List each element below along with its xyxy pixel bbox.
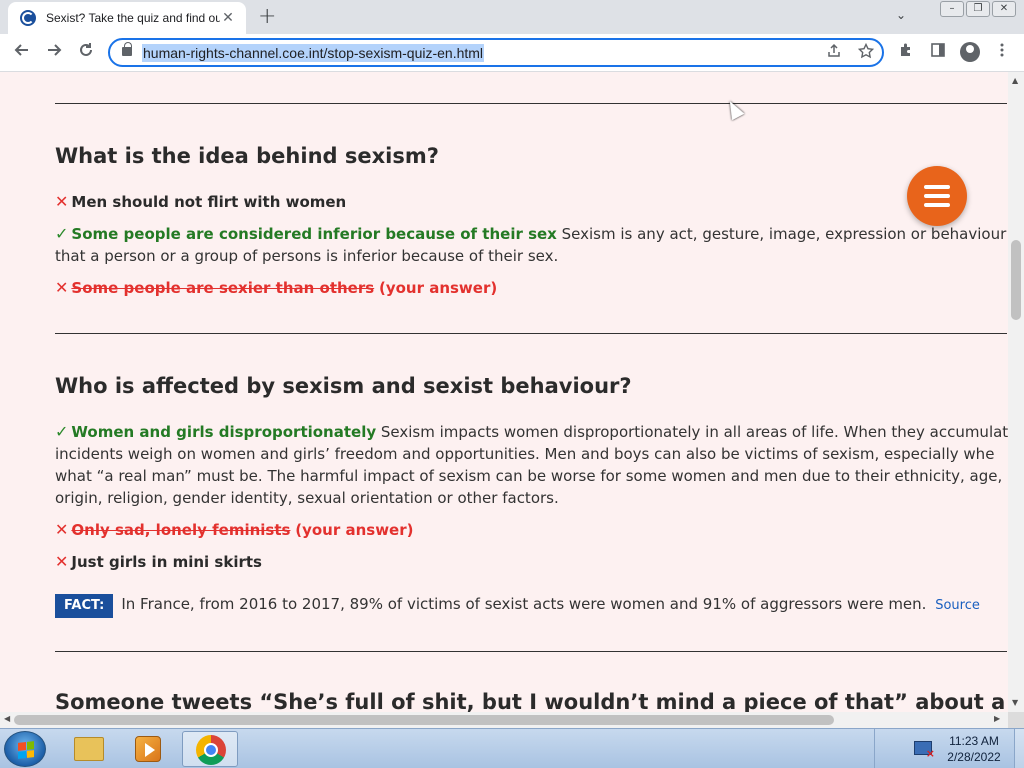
fact-text: In France, from 2016 to 2017, 89% of vic… (121, 595, 927, 613)
browser-toolbar: human-rights-channel.coe.int/stop-sexism… (0, 34, 1024, 72)
answer-text: Just girls in mini skirts (71, 553, 262, 571)
check-mark-icon: ✓ (55, 422, 69, 441)
scroll-right-icon[interactable]: ▶ (994, 714, 1000, 723)
vertical-scrollbar[interactable]: ▲ ▼ (1008, 72, 1024, 712)
check-mark-icon: ✓ (55, 224, 69, 243)
divider (55, 103, 1007, 104)
scrollbar-corner (1008, 712, 1024, 728)
answer-explanation: origin, religion, gender identity, sexua… (55, 489, 559, 507)
hamburger-menu-button[interactable] (907, 166, 967, 226)
extensions-icon[interactable] (896, 42, 916, 62)
profile-icon[interactable] (960, 42, 980, 62)
answer-option-selected: ✕ Only sad, lonely feminists (your answer… (55, 519, 1008, 541)
side-panel-icon[interactable] (928, 42, 948, 62)
menu-icon-bar (924, 203, 950, 207)
wrong-mark-icon: ✕ (55, 552, 69, 571)
answer-text: Only sad, lonely feminists (71, 521, 291, 539)
back-icon[interactable] (10, 41, 34, 65)
mouse-cursor-icon (723, 97, 745, 121)
scrollbar-thumb[interactable] (14, 715, 834, 725)
fact-box: FACT: In France, from 2016 to 2017, 89% o… (55, 593, 1008, 618)
your-answer-label: (your answer) (295, 521, 414, 539)
your-answer-label: (your answer) (378, 279, 498, 297)
minimize-button[interactable]: – (940, 1, 964, 17)
star-icon[interactable] (857, 42, 875, 63)
clock-time: 11:23 AM (949, 734, 999, 748)
site-favicon-icon (20, 10, 36, 26)
system-clock[interactable]: 11:23 AM 2/28/2022 (944, 733, 1004, 765)
browser-tab[interactable]: Sexist? Take the quiz and find out! ✕ (8, 2, 246, 34)
wrong-mark-icon: ✕ (55, 192, 69, 211)
maximize-button[interactable]: ❐ (966, 1, 990, 17)
answer-option: ✕ Just girls in mini skirts (55, 551, 1008, 573)
folder-icon (74, 737, 104, 761)
answer-option-selected: ✕ Some people are sexier than others (you… (55, 277, 1008, 299)
taskbar-file-explorer[interactable] (60, 731, 116, 767)
tab-strip: Sexist? Take the quiz and find out! ✕ + … (0, 0, 1024, 34)
scroll-up-icon[interactable]: ▲ (1012, 76, 1018, 85)
forward-icon[interactable] (42, 41, 66, 65)
scroll-down-icon[interactable]: ▼ (1012, 698, 1018, 707)
taskbar-media-player[interactable] (120, 731, 176, 767)
answer-explanation: Sexism is any act, gesture, image, expre… (561, 225, 1008, 243)
scrollbar-thumb[interactable] (1011, 240, 1021, 320)
more-icon[interactable] (992, 42, 1012, 62)
url-text[interactable]: human-rights-channel.coe.int/stop-sexism… (142, 44, 485, 62)
answer-option-correct: ✓ Women and girls disproportionately Sexi… (55, 421, 1008, 443)
tray-divider (874, 729, 875, 768)
source-link[interactable]: Source (935, 598, 980, 613)
divider (55, 333, 1007, 334)
answer-option: ✕ Men should not flirt with women (55, 191, 1008, 213)
new-tab-button[interactable]: + (258, 5, 276, 29)
window-controls: – ❐ ✕ (940, 1, 1016, 17)
show-desktop-button[interactable] (1014, 729, 1024, 768)
wrong-mark-icon: ✕ (55, 520, 69, 539)
chrome-icon (196, 735, 226, 765)
address-bar[interactable]: human-rights-channel.coe.int/stop-sexism… (108, 38, 884, 67)
question-title: Who is affected by sexism and sexist beh… (55, 374, 632, 398)
menu-icon-bar (924, 185, 950, 189)
clock-date: 2/28/2022 (947, 750, 1001, 764)
share-icon[interactable] (826, 43, 842, 63)
answer-explanation: incidents weigh on women and girls’ free… (55, 445, 995, 463)
scroll-left-icon[interactable]: ◀ (4, 714, 10, 723)
answer-text: Some people are considered inferior beca… (71, 225, 557, 243)
tab-close-icon[interactable]: ✕ (220, 10, 236, 26)
horizontal-scrollbar[interactable]: ◀ ▶ (0, 712, 1008, 728)
answer-explanation: that a person or a group of persons is i… (55, 247, 559, 265)
divider (55, 651, 1007, 652)
page-viewport: What is the idea behind sexism? ✕ Men sho… (0, 72, 1008, 712)
media-player-icon (135, 736, 161, 762)
question-title: What is the idea behind sexism? (55, 144, 439, 168)
tab-title: Sexist? Take the quiz and find out! (46, 11, 220, 25)
answer-explanation: what “a real man” must be. The harmful i… (55, 467, 1003, 485)
answer-option-correct: ✓ Some people are considered inferior bec… (55, 223, 1008, 245)
taskbar: 11:23 AM 2/28/2022 (0, 728, 1024, 768)
network-warning-icon[interactable] (914, 741, 935, 760)
question-title: Someone tweets “She’s full of shit, but … (55, 690, 1008, 712)
fact-badge: FACT: (55, 594, 114, 618)
start-button[interactable] (4, 731, 46, 767)
taskbar-chrome[interactable] (182, 731, 238, 767)
tab-search-icon[interactable]: ⌄ (896, 8, 906, 22)
close-window-button[interactable]: ✕ (992, 1, 1016, 17)
answer-explanation: Sexism impacts women disproportionately … (380, 423, 1008, 441)
lock-icon[interactable] (122, 42, 132, 56)
answer-text: Men should not flirt with women (71, 193, 347, 211)
answer-text: Some people are sexier than others (71, 279, 375, 297)
reload-icon[interactable] (74, 41, 98, 65)
wrong-mark-icon: ✕ (55, 278, 69, 297)
windows-logo-icon (18, 741, 34, 759)
menu-icon-bar (924, 194, 950, 198)
answer-text: Women and girls disproportionately (71, 423, 377, 441)
